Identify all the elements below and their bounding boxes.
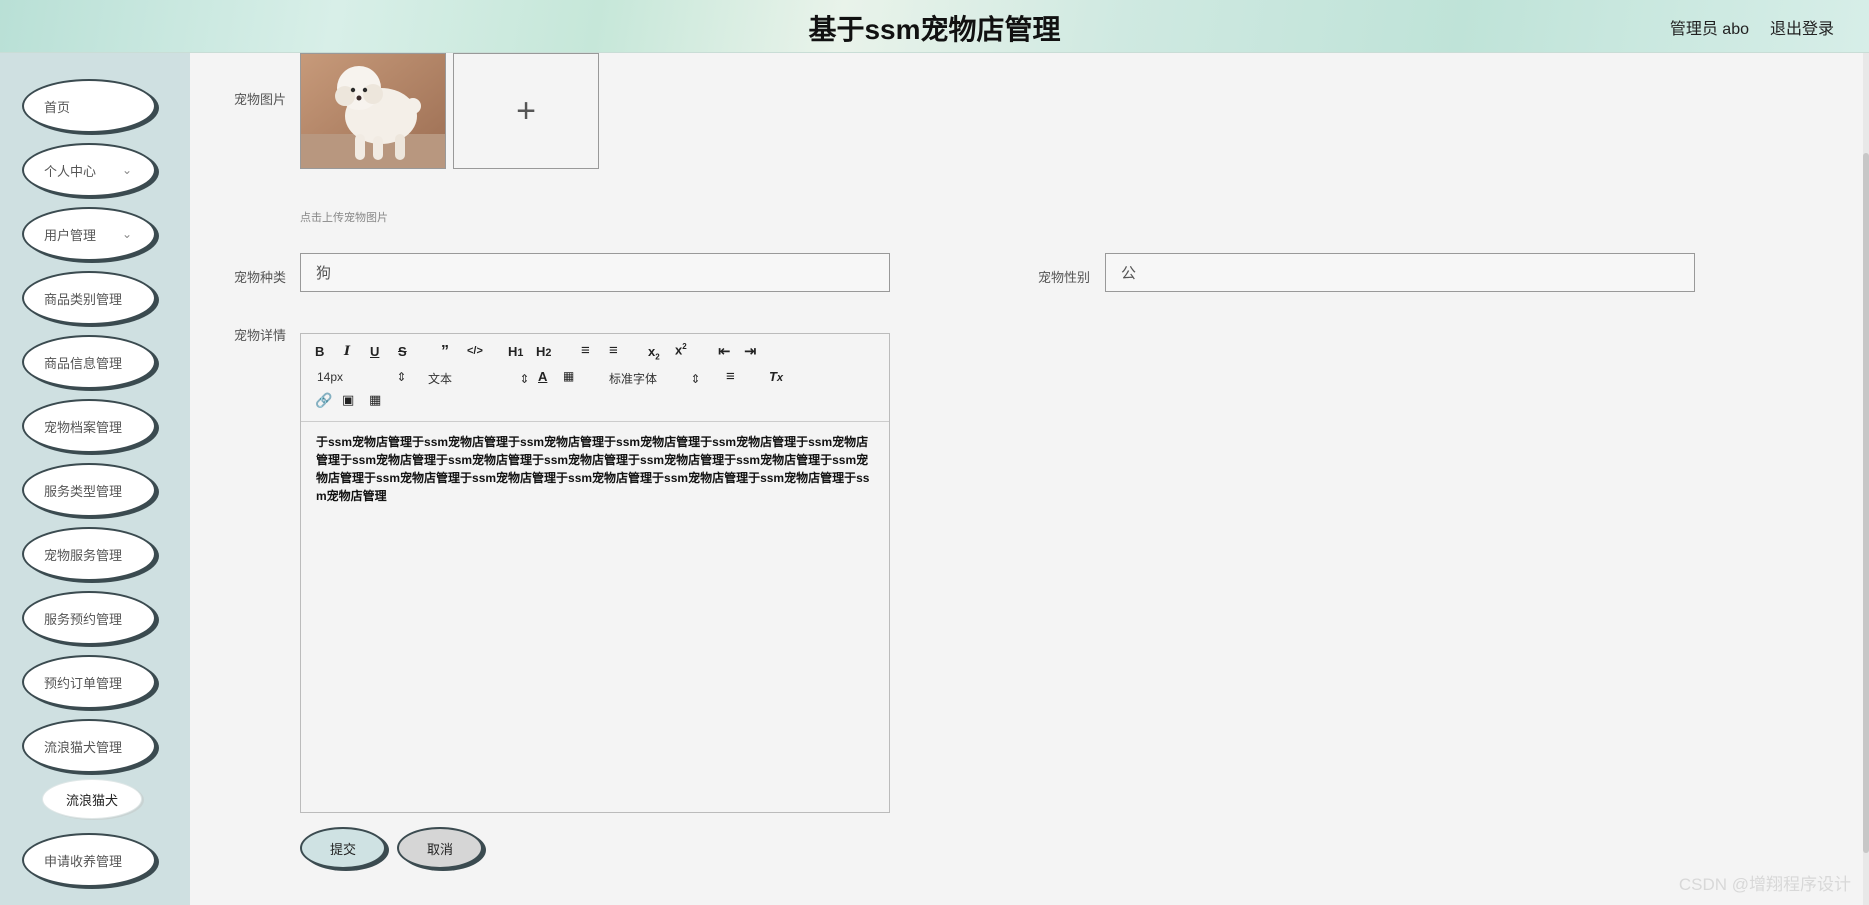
submit-button[interactable]: 提交 — [300, 827, 386, 869]
font-size-select[interactable]: 14px ⇕ — [317, 370, 406, 384]
gender-input[interactable]: 公 — [1105, 253, 1695, 292]
editor-content[interactable]: 于ssm宠物店管理于ssm宠物店管理于ssm宠物店管理于ssm宠物店管理于ssm… — [301, 422, 889, 516]
align-icon[interactable]: ≡ — [726, 368, 735, 385]
detail-label: 宠物详情 — [234, 328, 287, 343]
font-family-select[interactable]: 标准字体 ⇕ — [609, 370, 700, 387]
watermark: CSDN @增翔程序设计 — [1678, 875, 1851, 894]
background-color-icon[interactable]: ▦ — [563, 369, 574, 383]
video-icon[interactable]: ▦ — [369, 392, 381, 408]
current-user: 管理员 abo — [1669, 21, 1749, 38]
sidebar-item-stray-animals[interactable]: 流浪猫犬管理 — [22, 719, 156, 773]
main-content: 宠物图片 + 点击上传宠物图片 宠物种类 狗 宠物性别 公 宠物详情 B I U… — [190, 53, 1869, 905]
bold-icon[interactable]: B — [315, 344, 324, 359]
top-header: 基于ssm宠物店管理 管理员 abo 退出登录 — [0, 0, 1869, 53]
blockquote-icon[interactable]: ” — [441, 343, 449, 361]
sidebar-item-home[interactable]: 首页 — [22, 79, 156, 133]
header-select[interactable]: 文本 ⇕ — [428, 370, 529, 387]
link-icon[interactable]: 🔗 — [315, 392, 332, 409]
sidebar-item-adoption[interactable]: 申请收养管理 — [22, 833, 156, 887]
sidebar-item-product-info[interactable]: 商品信息管理 — [22, 335, 156, 389]
sidebar-subitem-stray-animals[interactable]: 流浪猫犬 — [42, 779, 142, 819]
chevron-down-icon: ⌄ — [122, 163, 133, 177]
sidebar-item-pet-records[interactable]: 宠物档案管理 — [22, 399, 156, 453]
chevron-down-icon: ⌄ — [122, 227, 133, 241]
sidebar-item-service-type[interactable]: 服务类型管理 — [22, 463, 156, 517]
ordered-list-icon[interactable]: ≡ — [581, 342, 590, 359]
sidebar-item-pet-service[interactable]: 宠物服务管理 — [22, 527, 156, 581]
sidebar-item-product-category[interactable]: 商品类别管理 — [22, 271, 156, 325]
image-upload-button[interactable]: + — [453, 53, 599, 169]
cancel-button[interactable]: 取消 — [397, 827, 483, 869]
indent-icon[interactable]: ⇥ — [744, 342, 757, 360]
plus-icon: + — [516, 91, 536, 130]
sidebar: 首页 个人中心 ⌄ 用户管理 ⌄ 商品类别管理 商品信息管理 宠物档案管理 服务类型… — [0, 53, 190, 905]
h1-icon[interactable]: H1 — [508, 344, 523, 359]
select-arrow-icon: ⇕ — [690, 372, 701, 386]
select-arrow-icon: ⇕ — [396, 370, 407, 384]
sidebar-item-profile[interactable]: 个人中心 ⌄ — [22, 143, 156, 197]
species-label: 宠物种类 — [234, 270, 287, 285]
pet-image-label: 宠物图片 — [234, 92, 287, 107]
select-arrow-icon: ⇕ — [519, 372, 530, 386]
sidebar-item-service-booking[interactable]: 服务预约管理 — [22, 591, 156, 645]
dog-photo — [301, 54, 445, 168]
upload-hint: 点击上传宠物图片 — [300, 212, 388, 224]
gender-label: 宠物性别 — [1038, 270, 1091, 285]
page-scrollbar[interactable] — [1863, 53, 1869, 905]
sidebar-item-users[interactable]: 用户管理 ⌄ — [22, 207, 156, 261]
page-title: 基于ssm宠物店管理 — [808, 14, 1061, 45]
rich-text-editor: B I U S ” </> H1 H2 ≡ ≡ x2 x2 ⇤ ⇥ 14px ⇕… — [300, 333, 890, 813]
italic-icon[interactable]: I — [344, 344, 350, 359]
underline-icon[interactable]: U — [370, 344, 379, 359]
clear-format-icon[interactable]: Tx — [769, 369, 783, 384]
image-icon[interactable]: ▣ — [342, 392, 354, 408]
editor-toolbar: B I U S ” </> H1 H2 ≡ ≡ x2 x2 ⇤ ⇥ 14px ⇕… — [301, 334, 889, 422]
pet-image-thumbnail[interactable] — [300, 53, 446, 169]
code-icon[interactable]: </> — [467, 345, 483, 357]
h2-icon[interactable]: H2 — [536, 344, 551, 359]
scrollbar-thumb[interactable] — [1863, 153, 1869, 853]
bullet-list-icon[interactable]: ≡ — [609, 342, 618, 359]
outdent-icon[interactable]: ⇤ — [718, 342, 731, 360]
subscript-icon[interactable]: x2 — [648, 344, 660, 362]
superscript-icon[interactable]: x2 — [675, 342, 687, 357]
font-color-icon[interactable]: A — [538, 369, 547, 384]
strike-icon[interactable]: S — [398, 344, 407, 359]
species-input[interactable]: 狗 — [300, 253, 890, 292]
sidebar-item-booking-orders[interactable]: 预约订单管理 — [22, 655, 156, 709]
logout-link[interactable]: 退出登录 — [1770, 15, 1834, 39]
